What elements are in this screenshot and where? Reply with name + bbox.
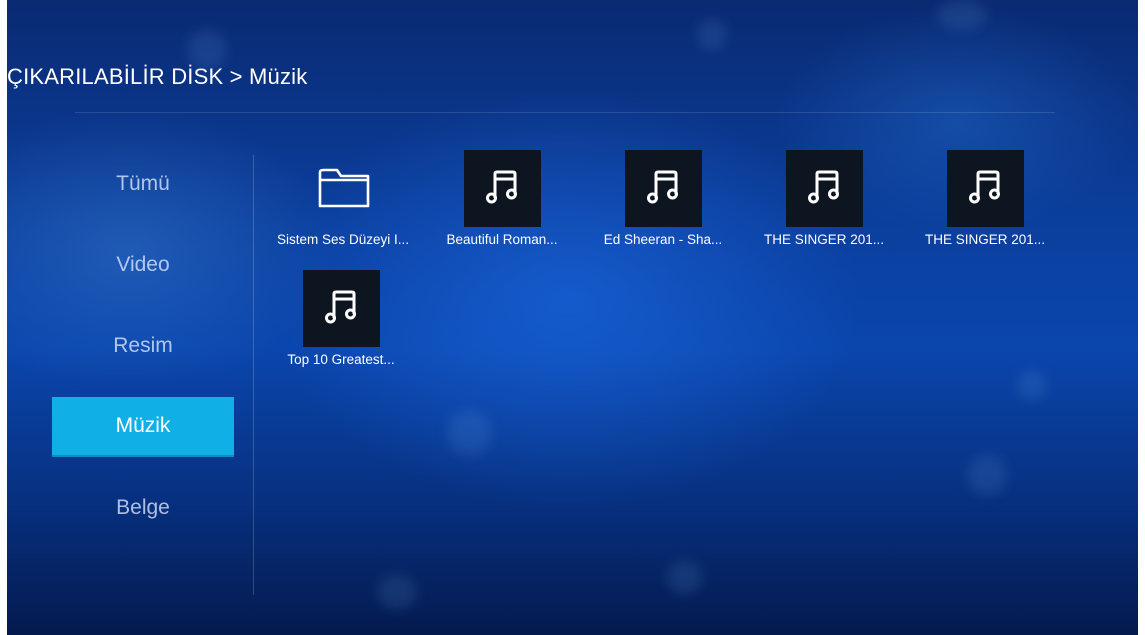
sidebar-item-label: Tümü	[116, 172, 170, 195]
background-bokeh	[377, 575, 417, 610]
audio-thumbnail	[464, 150, 541, 227]
file-label: THE SINGER 201...	[763, 232, 885, 247]
file-label: Beautiful Roman...	[446, 232, 558, 247]
music-note-icon	[966, 166, 1006, 211]
folder-thumbnail	[305, 150, 382, 227]
file-tile-audio[interactable]: THE SINGER 201...	[910, 150, 1060, 270]
background-bokeh	[667, 560, 702, 595]
file-tile-audio[interactable]: THE SINGER 201...	[749, 150, 899, 270]
music-note-icon	[322, 286, 362, 331]
file-tile-audio[interactable]: Beautiful Roman...	[427, 150, 577, 270]
sidebar-item-muzik[interactable]: Müzik	[52, 397, 234, 457]
sidebar-item-belge[interactable]: Belge	[52, 479, 234, 537]
music-note-icon	[644, 166, 684, 211]
file-tile-audio[interactable]: Ed Sheeran - Sha...	[588, 150, 738, 270]
music-note-icon	[483, 166, 523, 211]
sidebar-item-label: Müzik	[115, 414, 171, 437]
media-browser-screen: ÇIKARILABİLİR DİSK > Müzik Tümü Video Re…	[7, 0, 1138, 635]
breadcrumb: ÇIKARILABİLİR DİSK > Müzik	[7, 64, 308, 89]
music-note-icon	[805, 166, 845, 211]
file-tile-audio[interactable]: Top 10 Greatest...	[266, 270, 416, 390]
audio-thumbnail	[303, 270, 380, 347]
background-bokeh	[697, 20, 727, 50]
file-label: THE SINGER 201...	[924, 232, 1046, 247]
sidebar-item-tumu[interactable]: Tümü	[52, 155, 234, 213]
file-tile-folder[interactable]: Sistem Ses Düzeyi I...	[268, 150, 418, 270]
sidebar-item-label: Belge	[116, 496, 170, 519]
folder-icon	[315, 162, 373, 215]
background-bokeh	[447, 410, 492, 455]
background-bokeh	[967, 455, 1007, 495]
sidebar-item-label: Resim	[113, 334, 173, 357]
background-bokeh	[937, 0, 987, 30]
file-label: Ed Sheeran - Sha...	[603, 232, 723, 247]
audio-thumbnail	[786, 150, 863, 227]
audio-thumbnail	[947, 150, 1024, 227]
sidebar-divider	[253, 155, 254, 595]
sidebar-item-resim[interactable]: Resim	[52, 317, 234, 375]
sidebar-item-video[interactable]: Video	[52, 236, 234, 294]
header-divider	[75, 112, 1055, 113]
sidebar-item-label: Video	[116, 253, 170, 276]
background-bokeh	[1017, 370, 1047, 400]
file-label: Sistem Ses Düzeyi I...	[276, 232, 410, 247]
audio-thumbnail	[625, 150, 702, 227]
file-label: Top 10 Greatest...	[287, 352, 395, 367]
